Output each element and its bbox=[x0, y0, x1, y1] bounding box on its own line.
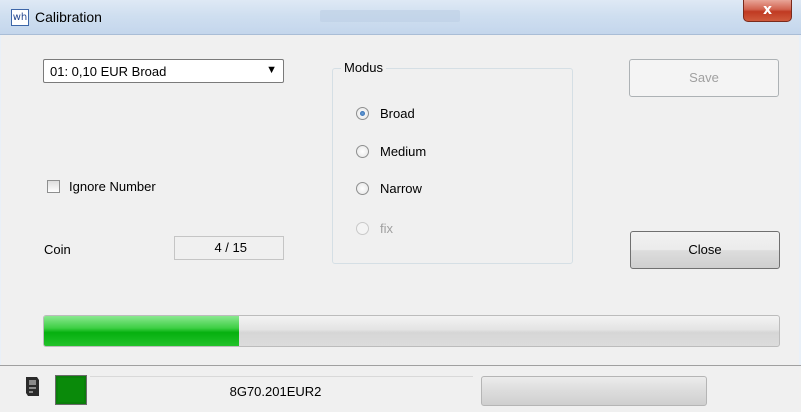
close-window-button[interactable]: x bbox=[743, 0, 792, 22]
app-icon: wh bbox=[11, 9, 29, 26]
coin-select-dropdown[interactable]: 01: 0,10 EUR Broad ▼ bbox=[43, 59, 284, 83]
radio-narrow-indicator[interactable] bbox=[356, 182, 369, 195]
status-right-panel bbox=[710, 376, 800, 406]
coin-count-field: 4 / 15 bbox=[174, 236, 284, 260]
device-icon bbox=[26, 377, 39, 396]
save-button: Save bbox=[629, 59, 779, 97]
coin-label: Coin bbox=[44, 242, 71, 257]
modus-groupbox bbox=[332, 68, 573, 264]
radio-fix-label: fix bbox=[380, 221, 393, 236]
radio-narrow-label: Narrow bbox=[380, 181, 422, 196]
window-title: Calibration bbox=[35, 9, 102, 25]
coin-select-value: 01: 0,10 EUR Broad bbox=[50, 64, 167, 79]
radio-broad-label: Broad bbox=[380, 106, 415, 121]
ignore-number-checkbox[interactable] bbox=[47, 180, 60, 193]
calibration-progress-bar bbox=[43, 315, 780, 347]
status-led-indicator bbox=[55, 375, 87, 405]
title-bar: wh Calibration x bbox=[0, 0, 801, 35]
radio-medium-indicator[interactable] bbox=[356, 145, 369, 158]
radio-medium-label: Medium bbox=[380, 144, 427, 159]
radio-fix-indicator bbox=[356, 222, 369, 235]
chevron-down-icon[interactable]: ▼ bbox=[266, 64, 277, 76]
radio-broad-indicator[interactable] bbox=[356, 107, 369, 120]
modus-group-label: Modus bbox=[341, 60, 387, 75]
status-progress-panel bbox=[481, 376, 707, 406]
close-button[interactable]: Close bbox=[630, 231, 780, 269]
ignore-number-label[interactable]: Ignore Number bbox=[69, 179, 156, 194]
status-text-panel: 8G70.201EUR2 bbox=[90, 376, 473, 406]
background-window-title bbox=[320, 10, 460, 22]
progress-fill bbox=[44, 316, 239, 346]
status-text: 8G70.201EUR2 bbox=[229, 384, 322, 399]
